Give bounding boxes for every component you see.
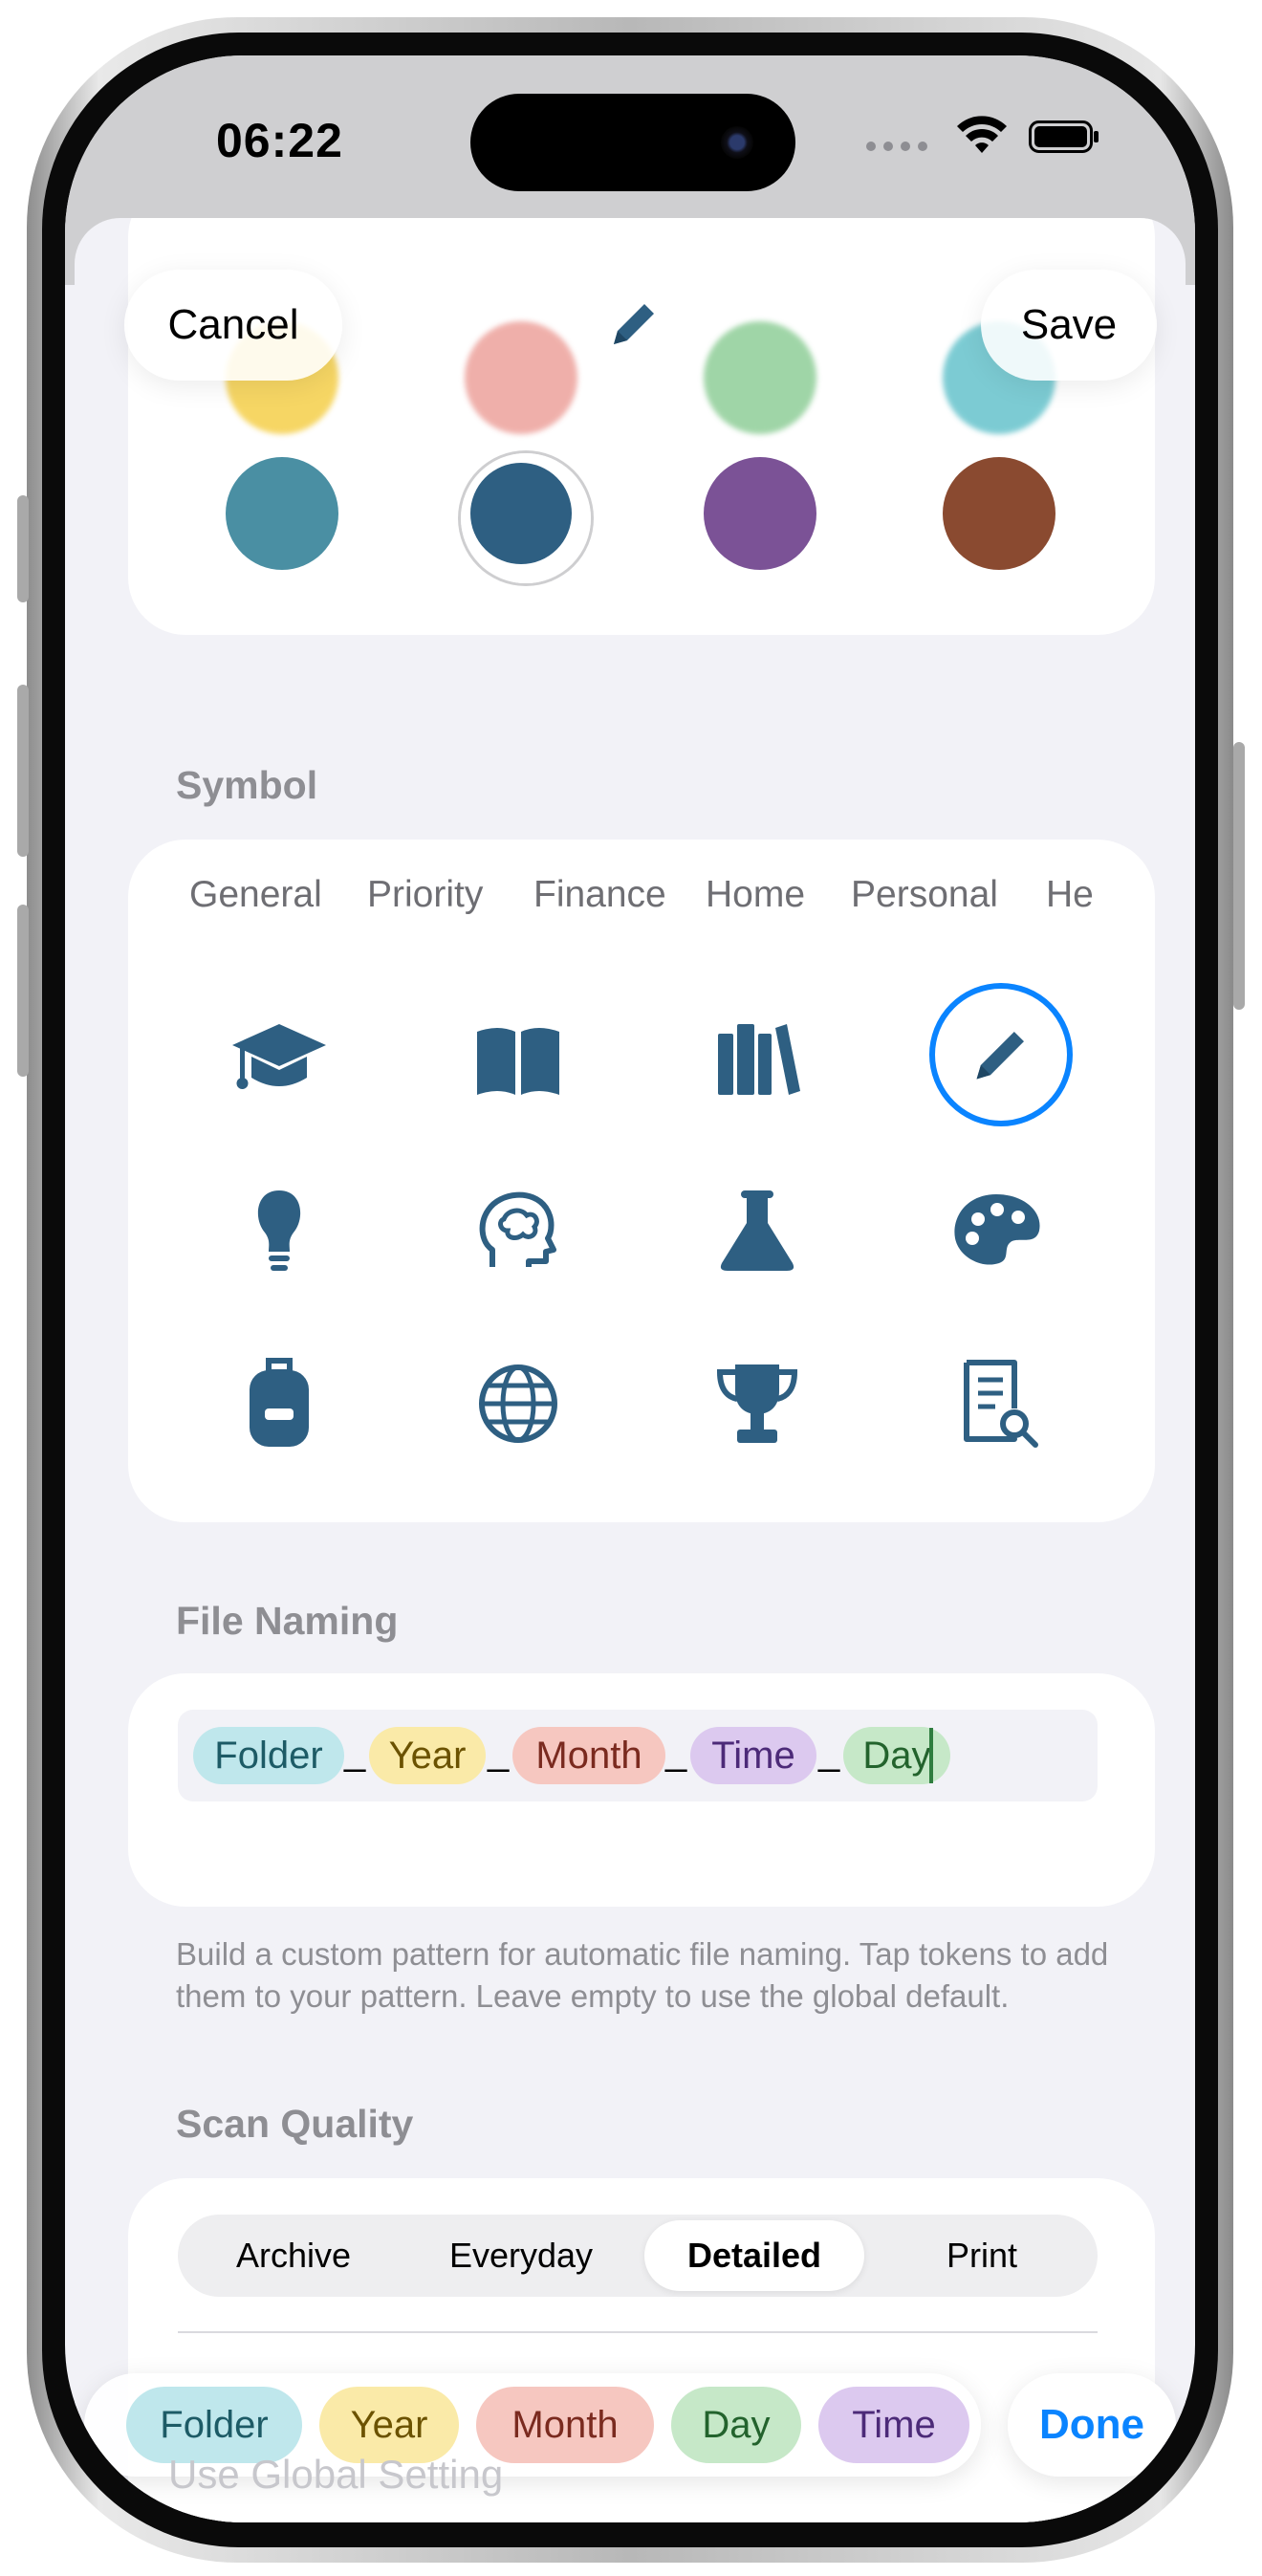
pencil-icon-selected[interactable]	[929, 983, 1073, 1126]
pattern-token-folder[interactable]: Folder	[193, 1727, 344, 1784]
lightbulb-icon[interactable]	[212, 1165, 346, 1299]
status-icons	[866, 115, 1172, 172]
color-swatch-purple[interactable]	[704, 457, 816, 570]
book-icon[interactable]	[451, 993, 585, 1126]
divider	[178, 2331, 1098, 2333]
tab-health[interactable]: He	[1046, 874, 1094, 916]
insert-token-time[interactable]: Time	[818, 2387, 969, 2463]
pattern-separator: _	[488, 1731, 510, 1773]
scan-quality-segmented-control: Archive Everyday Detailed Print	[178, 2215, 1098, 2297]
pattern-token-day[interactable]: Day	[843, 1727, 950, 1784]
file-naming-section-title: File Naming	[176, 1599, 399, 1643]
pattern-separator: _	[818, 1731, 840, 1773]
pattern-token-time[interactable]: Time	[690, 1727, 816, 1784]
dynamic-island	[470, 94, 795, 191]
color-swatch-green[interactable]	[704, 321, 816, 434]
symbol-category-tabs: General Priority Finance Home Personal H…	[75, 874, 1094, 931]
pattern-separator: _	[344, 1731, 366, 1773]
file-pattern-field[interactable]: Folder _ Year _ Month _ Time _ Day	[178, 1710, 1098, 1801]
status-time: 06:22	[216, 114, 343, 167]
trophy-icon[interactable]	[690, 1337, 824, 1471]
books-icon[interactable]	[690, 993, 824, 1126]
cancel-button[interactable]: Cancel	[124, 270, 342, 381]
color-swatch-navy[interactable]	[470, 463, 572, 564]
backpack-icon[interactable]	[212, 1337, 346, 1471]
flask-icon[interactable]	[690, 1165, 824, 1299]
symbol-section-title: Symbol	[176, 763, 318, 807]
edit-folder-sheet: Cancel Save Symbol General Priority Fina…	[75, 218, 1186, 2522]
tab-priority[interactable]: Priority	[367, 874, 483, 916]
done-button[interactable]: Done	[1008, 2373, 1176, 2477]
tab-home[interactable]: Home	[706, 874, 805, 916]
save-button[interactable]: Save	[981, 270, 1157, 381]
pattern-token-year[interactable]: Year	[369, 1727, 486, 1784]
battery-icon	[1029, 120, 1099, 153]
scan-quality-section-title: Scan Quality	[176, 2102, 414, 2146]
segment-print[interactable]: Print	[872, 2220, 1092, 2291]
globe-icon[interactable]	[451, 1337, 585, 1471]
power-button	[1233, 742, 1245, 1010]
palette-icon[interactable]	[929, 1165, 1063, 1299]
color-swatch-brown[interactable]	[943, 457, 1055, 570]
file-naming-helper-text: Build a custom pattern for automatic fil…	[176, 1936, 1109, 2014]
camera-icon	[721, 126, 753, 159]
color-swatch-pink[interactable]	[465, 321, 577, 434]
screen: 06:22 Cancel Save Symbol General Priorit…	[65, 55, 1195, 2522]
volume-up-button	[17, 685, 29, 857]
segment-everyday[interactable]: Everyday	[411, 2220, 631, 2291]
tab-finance[interactable]: Finance	[533, 874, 666, 916]
cellular-signal-icon	[866, 138, 927, 151]
segment-archive[interactable]: Archive	[184, 2220, 403, 2291]
color-swatch-teal[interactable]	[226, 457, 338, 570]
brain-icon[interactable]	[451, 1165, 585, 1299]
pattern-separator: _	[665, 1731, 687, 1773]
use-global-setting-label[interactable]: Use Global Setting	[168, 2452, 503, 2498]
insert-token-day[interactable]: Day	[671, 2387, 801, 2463]
tab-general[interactable]: General	[189, 874, 322, 916]
document-search-icon[interactable]	[929, 1337, 1063, 1471]
tab-personal[interactable]: Personal	[851, 874, 998, 916]
volume-down-button	[17, 905, 29, 1077]
segment-detailed[interactable]: Detailed	[644, 2220, 864, 2291]
pattern-token-month[interactable]: Month	[512, 1727, 665, 1784]
wifi-icon	[957, 116, 1007, 153]
pencil-icon	[614, 304, 654, 344]
graduation-cap-icon[interactable]	[212, 993, 346, 1126]
text-cursor	[929, 1728, 933, 1783]
action-button	[17, 495, 29, 602]
